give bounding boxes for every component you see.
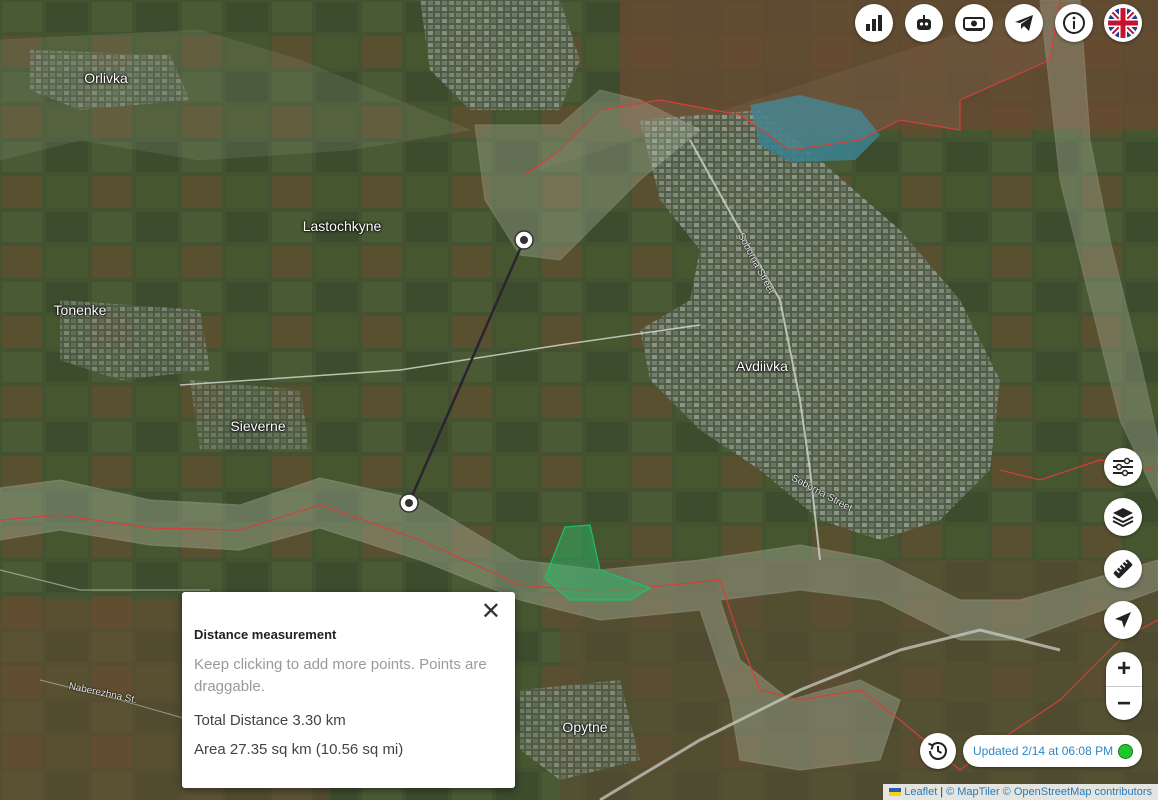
place-label-lastochkyne: Lastochkyne bbox=[302, 218, 382, 234]
popup-title: Distance measurement bbox=[194, 627, 337, 642]
place-label-avdiivka: Avdiivka bbox=[736, 358, 788, 374]
distance-measurement-popup: ✕ Distance measurement Keep clicking to … bbox=[182, 592, 515, 788]
layers-icon bbox=[1112, 508, 1134, 528]
uk-flag-icon bbox=[1108, 8, 1138, 38]
history-button[interactable] bbox=[920, 733, 956, 769]
total-distance: Total Distance 3.30 km bbox=[194, 712, 346, 729]
measurement-point-start[interactable] bbox=[514, 230, 534, 250]
filters-sliders-icon bbox=[1113, 457, 1133, 477]
ruler-icon bbox=[1113, 559, 1133, 579]
place-label-tonenke: Tonenke bbox=[53, 302, 107, 318]
popup-hint: Keep clicking to add more points. Points… bbox=[194, 656, 487, 695]
close-icon[interactable]: ✕ bbox=[481, 600, 501, 624]
stats-chart-icon bbox=[866, 15, 882, 31]
maptiler-link[interactable]: © MapTiler bbox=[946, 786, 1000, 798]
leaflet-link[interactable]: Leaflet bbox=[904, 786, 937, 798]
measure-button[interactable] bbox=[1104, 550, 1142, 588]
map-canvas[interactable] bbox=[0, 0, 1158, 800]
layers-button[interactable] bbox=[1104, 498, 1142, 536]
map-attribution: Leaflet | © MapTiler © OpenStreetMap con… bbox=[883, 784, 1158, 800]
updated-timestamp: Updated 2/14 at 06:08 PM bbox=[973, 744, 1114, 758]
info-icon bbox=[1063, 12, 1085, 34]
place-label-orlivka: Orlivka bbox=[84, 70, 128, 86]
updated-status[interactable]: Updated 2/14 at 06:08 PM bbox=[963, 735, 1142, 767]
locate-arrow-icon bbox=[1115, 612, 1131, 628]
ukraine-flag-icon bbox=[889, 788, 902, 796]
donate-money-icon bbox=[963, 17, 985, 31]
locate-button[interactable] bbox=[1104, 601, 1142, 639]
bot-button[interactable] bbox=[905, 4, 943, 42]
telegram-icon bbox=[1015, 15, 1033, 31]
filters-button[interactable] bbox=[1104, 448, 1142, 486]
measured-area: Area 27.35 sq km (10.56 sq mi) bbox=[194, 741, 404, 758]
info-button[interactable] bbox=[1055, 4, 1093, 42]
robot-icon bbox=[917, 15, 931, 30]
stats-button[interactable] bbox=[855, 4, 893, 42]
live-status-dot bbox=[1118, 744, 1133, 759]
satellite-map[interactable]: Orlivka Lastochkyne Tonenke Sieverne Avd… bbox=[0, 0, 1158, 800]
telegram-button[interactable] bbox=[1005, 4, 1043, 42]
place-label-opytne: Opytne bbox=[562, 719, 608, 735]
place-label-sieverne: Sieverne bbox=[230, 418, 286, 434]
zoom-control: + − bbox=[1106, 652, 1142, 720]
attribution-separator: | bbox=[940, 786, 944, 798]
sieverne-area bbox=[190, 380, 310, 450]
osm-link[interactable]: © OpenStreetMap contributors bbox=[1003, 786, 1152, 798]
donate-button[interactable] bbox=[955, 4, 993, 42]
zoom-in-button[interactable]: + bbox=[1106, 652, 1142, 686]
measurement-point-end[interactable] bbox=[399, 493, 419, 513]
history-clock-icon bbox=[928, 742, 947, 760]
language-button[interactable] bbox=[1104, 4, 1142, 42]
